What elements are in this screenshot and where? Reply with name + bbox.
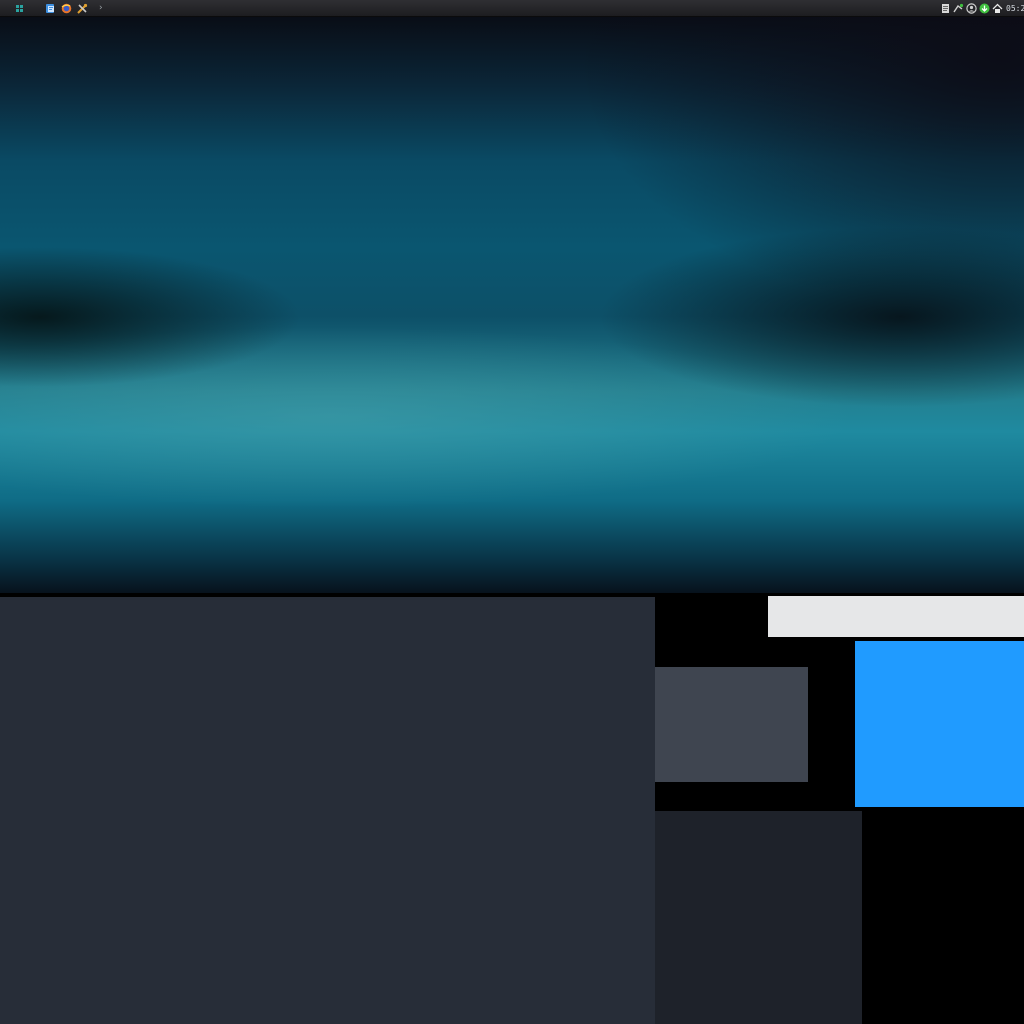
overflow-arrow-icon[interactable]: › [99, 1, 103, 15]
clipboard-icon[interactable] [940, 3, 951, 14]
desktop-wallpaper [0, 17, 1024, 593]
loading-window-light [768, 596, 1024, 637]
tools-icon[interactable] [77, 3, 88, 14]
loading-window-dark [655, 811, 862, 1024]
loading-window-blue [855, 641, 1024, 807]
user-icon[interactable] [966, 3, 977, 14]
network-icon[interactable] [953, 3, 964, 14]
home-icon[interactable] [992, 3, 1003, 14]
clock[interactable]: 05:2 [1006, 0, 1024, 17]
file-manager-icon[interactable] [45, 3, 56, 14]
web-browser-icon[interactable] [61, 3, 72, 14]
loading-window-left [0, 597, 655, 1024]
loading-window-grey [655, 667, 808, 782]
taskbar: › 05:2 [0, 0, 1024, 17]
update-icon[interactable] [979, 3, 990, 14]
app-menu-icon[interactable] [14, 3, 25, 14]
